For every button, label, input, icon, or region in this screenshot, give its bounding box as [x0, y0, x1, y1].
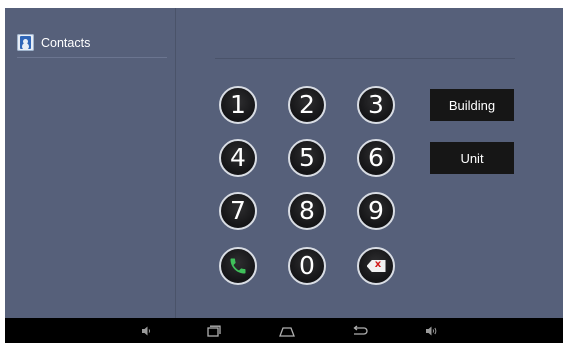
backspace-icon: x — [366, 259, 386, 272]
unit-button[interactable]: Unit — [430, 142, 514, 174]
dial-key-label: 3 — [368, 89, 384, 119]
dial-key-6[interactable]: 6 — [357, 139, 395, 177]
contacts-icon — [17, 34, 34, 51]
sidebar-divider — [17, 57, 167, 58]
dial-key-7[interactable]: 7 — [219, 192, 257, 230]
delete-button[interactable]: x — [357, 247, 395, 285]
dial-key-label: 9 — [368, 195, 384, 225]
dial-key-2[interactable]: 2 — [288, 86, 326, 124]
recent-apps-icon[interactable] — [207, 318, 221, 343]
dial-key-5[interactable]: 5 — [288, 139, 326, 177]
dial-key-0[interactable]: 0 — [288, 247, 326, 285]
building-button[interactable]: Building — [430, 89, 514, 121]
dial-key-label: 1 — [230, 89, 246, 119]
sidebar-item-label: Contacts — [41, 35, 91, 50]
phone-icon — [230, 258, 246, 274]
back-icon[interactable] — [351, 318, 369, 343]
dial-key-9[interactable]: 9 — [357, 192, 395, 230]
dial-key-3[interactable]: 3 — [357, 86, 395, 124]
dial-key-4[interactable]: 4 — [219, 139, 257, 177]
app-screen: Contacts 1 2 3 4 5 6 7 8 9 0 x Building … — [5, 8, 563, 318]
dial-key-label: 6 — [368, 142, 384, 172]
dial-key-8[interactable]: 8 — [288, 192, 326, 230]
backspace-x-glyph: x — [374, 259, 382, 270]
number-display-line — [215, 58, 515, 59]
home-icon[interactable] — [278, 318, 296, 343]
dial-key-1[interactable]: 1 — [219, 86, 257, 124]
volume-up-icon[interactable] — [425, 318, 439, 343]
call-button[interactable] — [219, 247, 257, 285]
sidebar-item-contacts[interactable]: Contacts — [17, 34, 90, 51]
dial-key-label: 8 — [299, 195, 315, 225]
dial-key-label: 5 — [299, 142, 315, 172]
volume-down-icon[interactable] — [141, 318, 153, 343]
dial-key-label: 2 — [299, 89, 315, 119]
system-navbar — [5, 318, 563, 343]
sidebar: Contacts — [5, 8, 176, 318]
dial-key-label: 7 — [230, 195, 246, 225]
dial-key-label: 0 — [299, 250, 315, 280]
dial-key-label: 4 — [230, 142, 246, 172]
